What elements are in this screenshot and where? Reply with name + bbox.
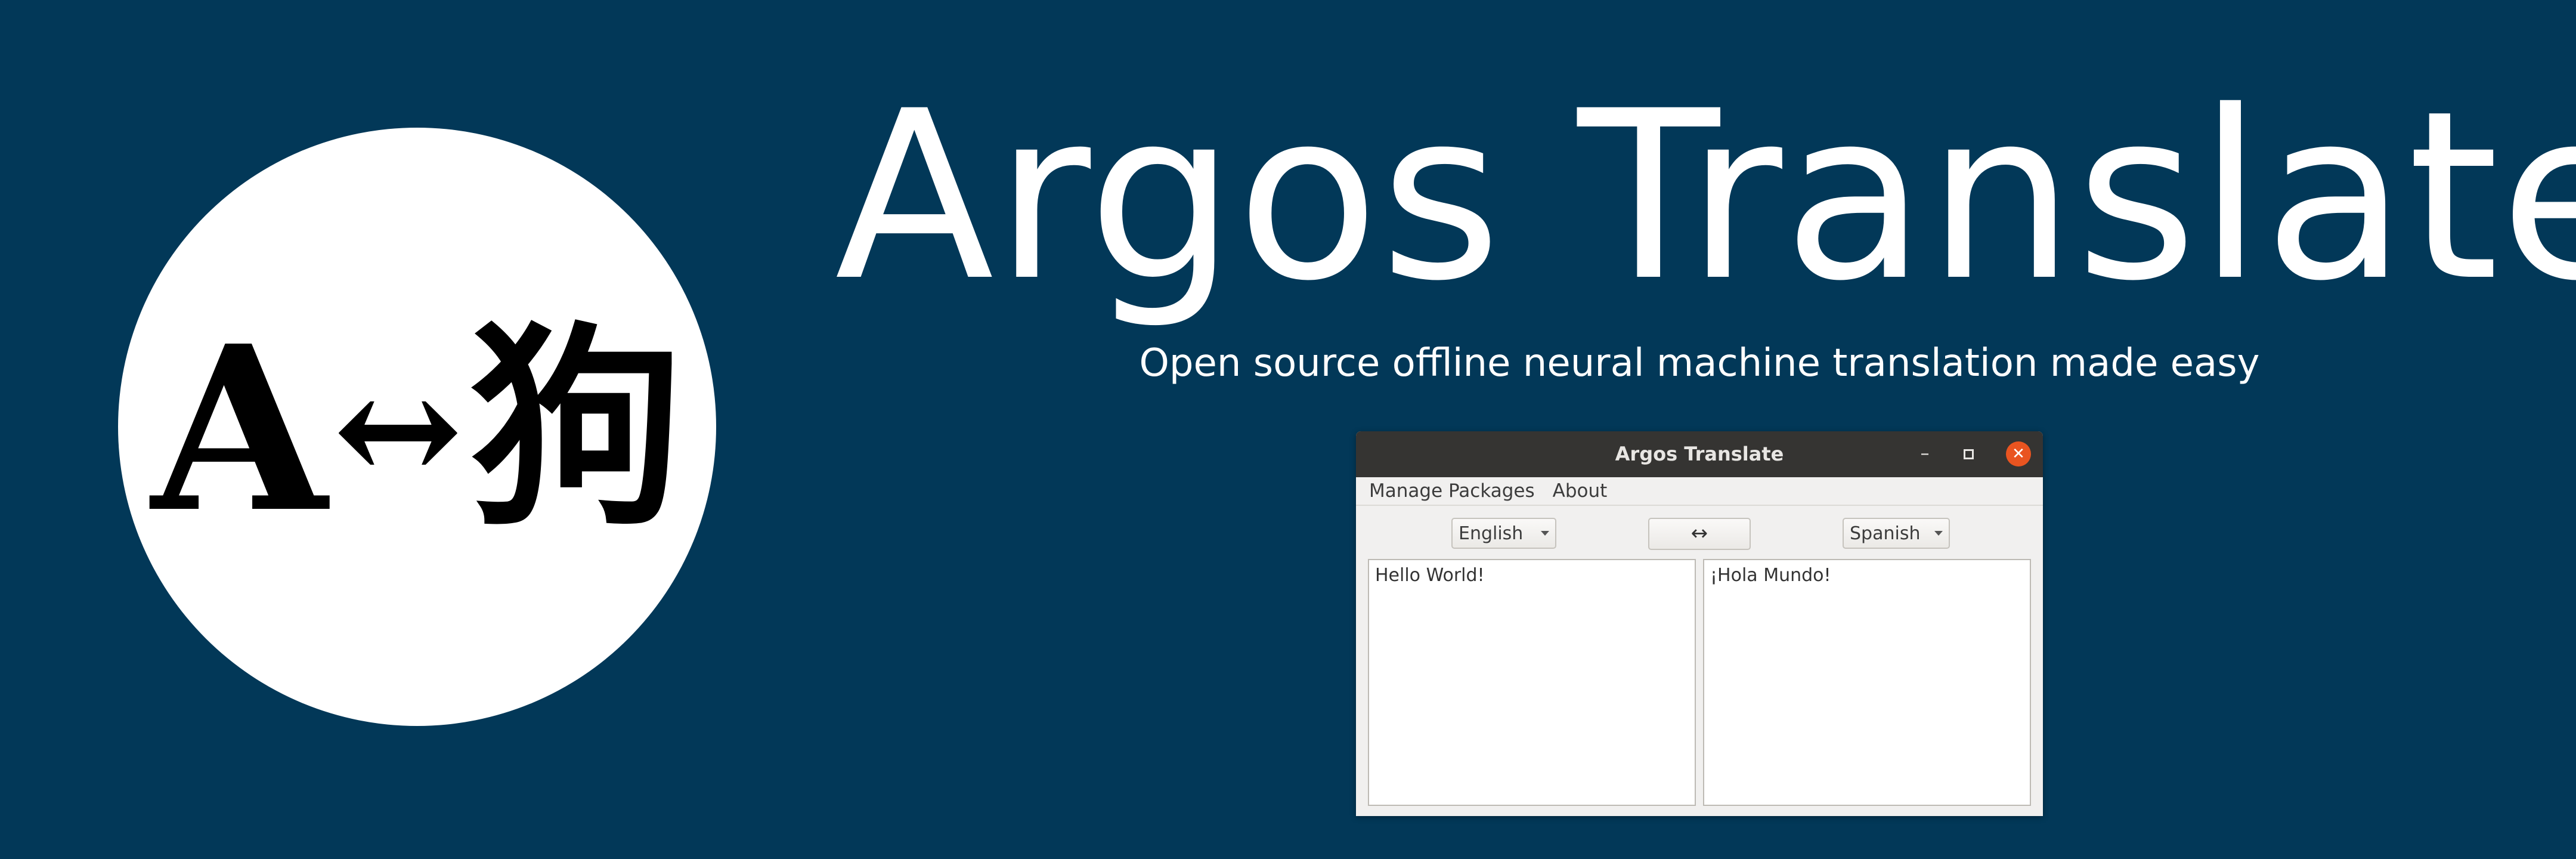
chevron-down-icon xyxy=(1934,531,1943,536)
hero-subtitle: Open source offline neural machine trans… xyxy=(1139,341,2260,385)
target-language-label: Spanish xyxy=(1850,523,1921,544)
hero-title: Argos Translate xyxy=(835,61,2576,332)
logo-latin-letter: A xyxy=(151,296,327,563)
chevron-down-icon xyxy=(1541,531,1549,536)
input-text-area[interactable]: Hello World! xyxy=(1368,559,1696,806)
minimize-button[interactable]: – xyxy=(1912,441,1937,466)
target-language-select[interactable]: Spanish xyxy=(1843,518,1950,549)
logo-cjk-character: 狗 xyxy=(469,304,684,554)
logo-mark: A ↔ 狗 xyxy=(143,310,692,549)
source-language-select[interactable]: English xyxy=(1451,518,1556,549)
app-window: Argos Translate – ✕ Manage Packages Abou… xyxy=(1356,431,2043,816)
maximize-icon xyxy=(1963,449,1974,459)
maximize-button[interactable] xyxy=(1956,441,1981,466)
swap-languages-button[interactable]: ↔ xyxy=(1648,518,1751,550)
window-titlebar[interactable]: Argos Translate – ✕ xyxy=(1356,431,2043,477)
window-title: Argos Translate xyxy=(1615,443,1784,465)
menubar: Manage Packages About xyxy=(1356,477,2043,506)
menu-manage-packages[interactable]: Manage Packages xyxy=(1356,480,1544,502)
output-text-area[interactable]: ¡Hola Mundo! xyxy=(1703,559,2031,806)
source-language-label: English xyxy=(1459,523,1524,544)
close-button[interactable]: ✕ xyxy=(2006,441,2031,466)
logo-arrow: ↔ xyxy=(333,338,463,520)
menu-about[interactable]: About xyxy=(1544,480,1617,502)
